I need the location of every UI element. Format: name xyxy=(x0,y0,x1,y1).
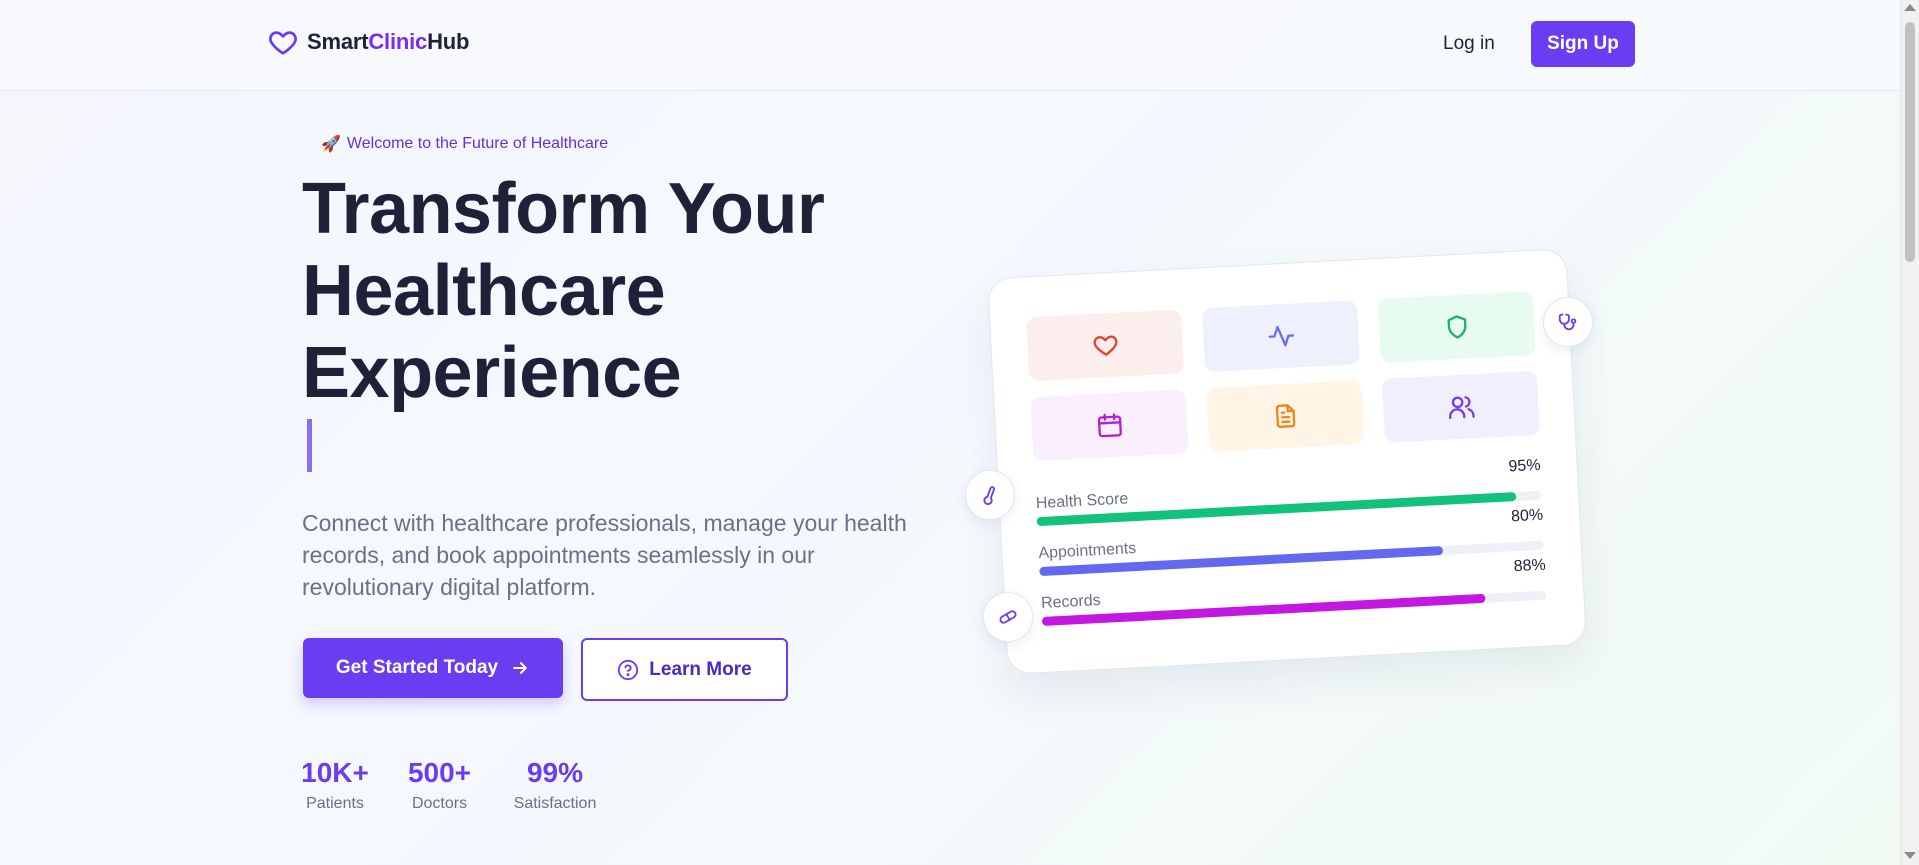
tile-document xyxy=(1206,380,1365,453)
metric-appointments-percent: 80% xyxy=(1510,506,1544,526)
brand-name-prefix: Smart xyxy=(307,29,369,54)
stat-label: Doctors xyxy=(411,795,468,812)
stat-value: 99% xyxy=(526,757,584,788)
tile-heart xyxy=(1026,309,1185,382)
shield-icon xyxy=(1447,315,1466,339)
dashboard-preview: Health Score 95% Appointments 80% Record… xyxy=(987,248,1587,675)
heart-logo-icon xyxy=(269,31,297,55)
rocket-icon: 🚀 xyxy=(321,136,341,153)
metric-records-label: Records xyxy=(1040,591,1102,613)
dashboard-card: Health Score 95% Appointments 80% Record… xyxy=(987,248,1587,675)
metric-records-track xyxy=(1041,590,1547,627)
hero-description: Connect with healthcare professionals, m… xyxy=(302,510,907,600)
activity-icon xyxy=(1268,325,1294,347)
welcome-badge-text: Welcome to the Future of Healthcare xyxy=(346,135,609,152)
get-started-button[interactable]: Get Started Today xyxy=(303,638,563,698)
stat-doctors: 500+ Doctors xyxy=(403,757,476,813)
scroll-up-arrow-icon[interactable] xyxy=(1904,4,1916,11)
arrow-right-icon xyxy=(513,662,527,674)
help-circle-icon xyxy=(618,659,639,680)
top-navbar: SmartClinicHub Log in Sign Up xyxy=(0,0,1900,91)
learn-more-label: Learn More xyxy=(649,658,752,680)
brand-name-suffix: Hub xyxy=(427,29,470,54)
brand-name: SmartClinicHub xyxy=(307,29,469,55)
scrollbar-thumb[interactable] xyxy=(1905,22,1915,262)
stat-value: 10K+ xyxy=(301,757,369,788)
stat-satisfaction: 99% Satisfaction xyxy=(510,757,600,813)
learn-more-button[interactable]: Learn More xyxy=(581,638,788,701)
metric-health-score-label: Health Score xyxy=(1035,490,1129,513)
stethoscope-icon xyxy=(1558,313,1577,331)
signup-button[interactable]: Sign Up xyxy=(1531,21,1635,67)
thermometer-icon xyxy=(983,486,995,505)
pill-icon xyxy=(999,610,1017,624)
metric-records-percent: 88% xyxy=(1513,556,1547,576)
stat-label: Satisfaction xyxy=(513,795,597,812)
brand-name-accent: Clinic xyxy=(368,29,428,54)
hero-title-line-2: Healthcare xyxy=(302,251,666,331)
tile-calendar xyxy=(1030,389,1189,462)
floating-thermometer xyxy=(965,470,1015,520)
get-started-label: Get Started Today xyxy=(335,657,499,678)
tile-shield xyxy=(1377,290,1536,363)
login-link[interactable]: Log in xyxy=(1443,33,1495,55)
calendar-icon xyxy=(1097,413,1122,438)
document-icon xyxy=(1275,404,1295,428)
metric-health-score-percent: 95% xyxy=(1508,456,1541,476)
welcome-badge: 🚀 Welcome to the Future of Healthcare xyxy=(321,134,608,154)
metric-records-fill xyxy=(1041,593,1487,627)
hero-title-line-1: Transform Your xyxy=(302,169,825,249)
brand-logo[interactable]: SmartClinicHub xyxy=(267,27,469,57)
heart-icon xyxy=(1093,335,1117,356)
tile-users xyxy=(1381,370,1540,443)
hero-title: Transform Your Healthcare Experience xyxy=(302,168,1002,414)
stat-label: Patients xyxy=(306,795,364,812)
tile-activity xyxy=(1201,300,1360,373)
scroll-down-arrow-icon[interactable] xyxy=(1904,852,1916,859)
typing-cursor xyxy=(307,419,312,472)
floating-pill xyxy=(983,592,1033,642)
metric-appointments-label: Appointments xyxy=(1038,540,1137,563)
stat-value: 500+ xyxy=(407,757,472,788)
stat-patients: 10K+ Patients xyxy=(300,757,370,813)
hero-title-line-3: Experience xyxy=(302,333,682,413)
users-icon xyxy=(1448,396,1475,420)
floating-stethoscope xyxy=(1543,297,1593,347)
